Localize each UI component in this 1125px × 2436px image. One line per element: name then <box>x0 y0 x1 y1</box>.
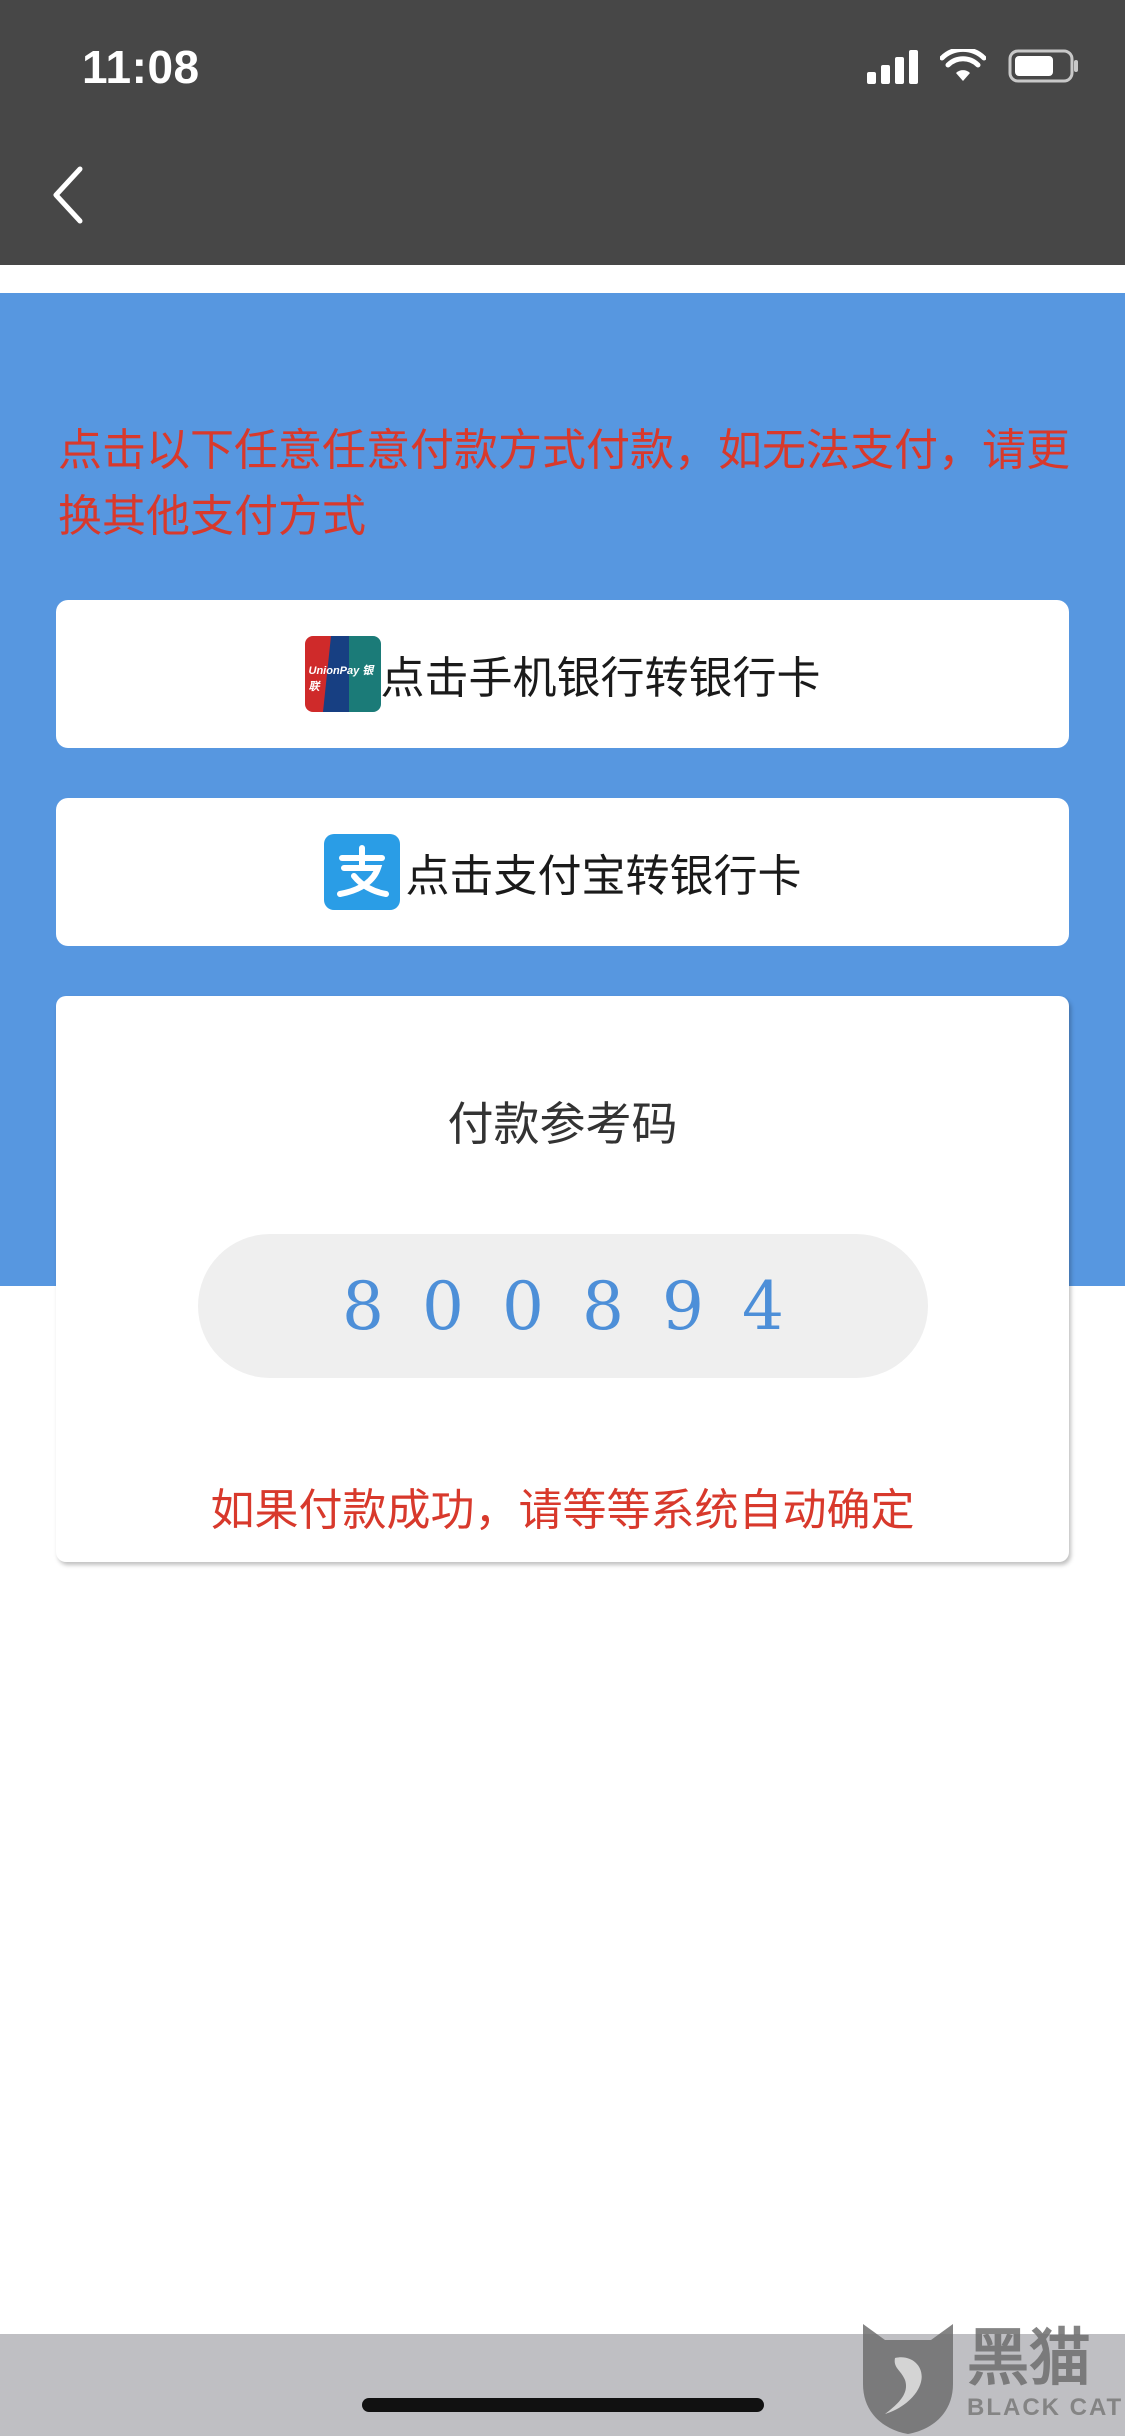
payment-success-note: 如果付款成功，请等等系统自动确定 <box>210 1485 915 1536</box>
home-indicator[interactable] <box>362 2398 764 2412</box>
cellular-signal-icon <box>867 48 918 84</box>
top-header: 11:08 <box>0 0 1125 265</box>
mobile-bank-transfer-label: 点击手机银行转银行卡 <box>380 653 821 704</box>
alipay-icon <box>323 834 400 910</box>
wifi-icon <box>940 49 986 83</box>
status-icons <box>867 48 1080 84</box>
chevron-left-icon <box>53 166 83 224</box>
reference-code-card: 付款参考码 800894 如果付款成功，请等等系统自动确定 <box>56 996 1069 1562</box>
status-time: 11:08 <box>82 41 200 93</box>
watermark-en: BLACK CAT <box>967 2394 1124 2421</box>
black-cat-watermark: 黑猫 BLACK CAT <box>855 2318 1125 2436</box>
watermark-text: 黑猫 BLACK CAT <box>967 2322 1123 2422</box>
reference-code-title: 付款参考码 <box>447 1097 678 1151</box>
watermark-cn: 黑猫 <box>967 2321 1092 2394</box>
unionpay-icon: UnionPay 银联 <box>304 636 381 712</box>
mobile-bank-transfer-button[interactable]: UnionPay 银联 点击手机银行转银行卡 <box>56 600 1069 748</box>
payment-instruction-text: 点击以下任意任意付款方式付款，如无法支付，请更换其他支付方式 <box>58 425 1070 542</box>
unionpay-icon-text: UnionPay 银联 <box>308 665 374 693</box>
reference-code-value: 800894 <box>342 1267 822 1345</box>
reference-code-box: 800894 <box>198 1234 928 1378</box>
alipay-transfer-label: 点击支付宝转银行卡 <box>405 851 802 902</box>
alipay-transfer-button[interactable]: 点击支付宝转银行卡 <box>56 798 1069 946</box>
battery-icon <box>1008 49 1080 83</box>
header-divider <box>0 265 1125 293</box>
back-button[interactable] <box>38 160 98 230</box>
black-cat-logo-icon <box>863 2324 953 2434</box>
